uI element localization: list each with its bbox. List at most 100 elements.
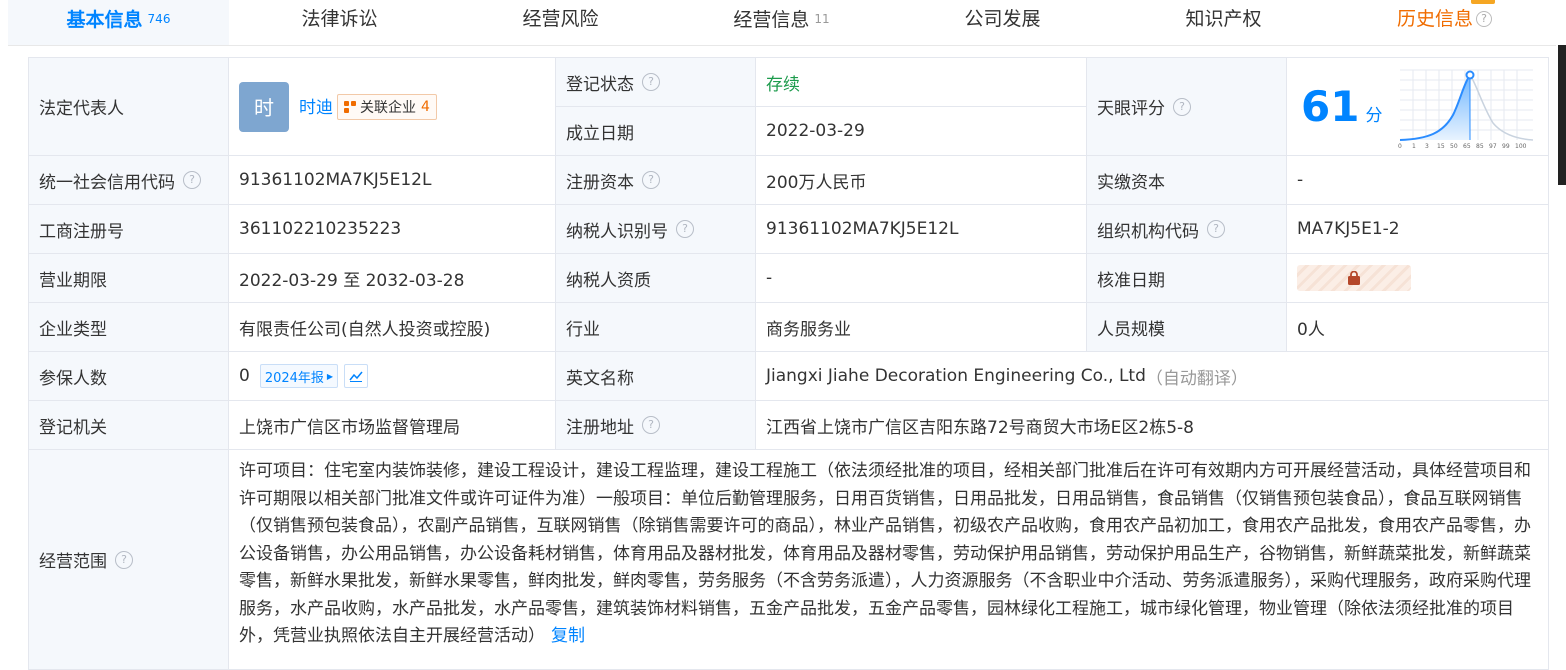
taxpayer-id-label: 纳税人识别号?: [556, 205, 756, 254]
help-icon[interactable]: ?: [183, 171, 201, 189]
label-text: 营业期限: [39, 270, 107, 291]
biz-term-label: 营业期限: [29, 254, 229, 303]
credit-code-value: 91361102MA7KJ5E12L: [229, 156, 556, 205]
label-text: 注册地址: [566, 417, 634, 438]
label-text: 企业类型: [39, 319, 107, 340]
auto-translate-note: （自动翻译）: [1145, 368, 1248, 389]
help-icon[interactable]: ?: [1476, 11, 1492, 27]
tab-label: 基本信息: [66, 9, 143, 31]
taxpayer-qual-value: -: [756, 254, 1087, 303]
org-code-value: MA7KJ5E1-2: [1287, 205, 1549, 254]
tianyan-score-value[interactable]: 61 分 0 1 3 15 50 65 85 97 99 100: [1287, 58, 1549, 156]
insured-label: 参保人数: [29, 352, 229, 401]
line-chart-icon: [349, 371, 363, 382]
tab-history-info[interactable]: 历史信息?: [1334, 0, 1555, 45]
copy-link[interactable]: 复制: [551, 626, 585, 646]
tab-legal-litigation[interactable]: 法律诉讼: [229, 0, 450, 45]
tab-label: 知识产权: [1185, 8, 1262, 30]
tick-label: 99: [1502, 143, 1510, 149]
score-unit: 分: [1365, 106, 1383, 126]
avatar[interactable]: 时: [239, 81, 289, 132]
locked-content-button[interactable]: [1297, 265, 1411, 291]
scope-label: 经营范围?: [29, 450, 229, 670]
credit-code-label: 统一社会信用代码?: [29, 156, 229, 205]
company-type-label: 企业类型: [29, 303, 229, 352]
trend-chart-button[interactable]: [344, 364, 369, 388]
table-row: 统一社会信用代码? 91361102MA7KJ5E12L 注册资本? 200万人…: [29, 156, 1549, 205]
english-name-label: 英文名称: [556, 352, 756, 401]
tab-operating-risk[interactable]: 经营风险: [450, 0, 671, 45]
english-name-value: Jiangxi Jiahe Decoration Engineering Co.…: [756, 352, 1549, 401]
help-icon[interactable]: ?: [676, 220, 694, 238]
chart-axis-ticks: 0 1 3 15 50 65 85 97 99 100: [1398, 143, 1527, 149]
annual-report-button[interactable]: 2024年报 ▶: [259, 364, 339, 388]
tab-intellectual-property[interactable]: 知识产权: [1113, 0, 1334, 45]
tab-basic-info[interactable]: 基本信息 746: [8, 0, 229, 45]
related-companies-button[interactable]: 关联企业 4: [337, 93, 437, 120]
paid-capital-label: 实缴资本: [1087, 156, 1287, 205]
table-row: 经营范围? 许可项目：住宅室内装饰装修，建设工程设计，建设工程监理，建设工程施工…: [29, 450, 1549, 670]
score-number: 61: [1301, 82, 1360, 131]
hot-badge-icon: [1471, 0, 1495, 4]
tick-label: 50: [1450, 143, 1458, 149]
basic-info-table: 法定代表人 时 时迪 关联企业 4 登记状态? 存续 成立日期 2022-03-…: [28, 57, 1549, 670]
label-text: 登记机关: [39, 417, 107, 438]
reg-status-label: 登记状态?: [556, 58, 756, 107]
relation-network-icon: [344, 100, 356, 113]
scrollbar[interactable]: [1558, 45, 1566, 185]
help-icon[interactable]: ?: [642, 416, 660, 434]
help-icon[interactable]: ?: [1207, 220, 1225, 238]
label-text: 行业: [566, 319, 600, 340]
found-date-value: 2022-03-29: [756, 107, 1087, 156]
label-text: 参保人数: [39, 368, 107, 389]
legal-rep-value: 时 时迪 关联企业 4: [229, 58, 556, 156]
tab-count: 746: [147, 12, 171, 26]
score-marker-dot: [1465, 70, 1475, 79]
tick-label: 97: [1489, 143, 1497, 149]
score-distribution-chart: 0 1 3 15 50 65 85 97 99 100: [1398, 69, 1534, 149]
reg-address-label: 注册地址?: [556, 401, 756, 450]
label-text: 纳税人识别号: [566, 221, 668, 242]
help-icon[interactable]: ?: [115, 550, 133, 569]
staff-size-value: 0人: [1287, 303, 1549, 352]
tab-label: 公司发展: [964, 8, 1041, 30]
tianyan-score-label: 天眼评分?: [1087, 58, 1287, 156]
reg-capital-value: 200万人民币: [756, 156, 1087, 205]
tab-label: 法律诉讼: [301, 8, 378, 30]
table-row: 登记机关 上饶市广信区市场监督管理局 注册地址? 江西省上饶市广信区吉阳东路72…: [29, 401, 1549, 450]
taxpayer-qual-label: 纳税人资质: [556, 254, 756, 303]
label-text: 人员规模: [1097, 319, 1165, 340]
tab-label: 经营信息: [733, 9, 810, 31]
help-icon[interactable]: ?: [1173, 97, 1191, 116]
biz-term-value: 2022-03-29 至 2032-03-28: [229, 254, 556, 303]
label-text: 成立日期: [566, 123, 634, 144]
tab-label: 历史信息: [1396, 8, 1473, 30]
lock-icon: [1348, 271, 1360, 285]
label-text: 核准日期: [1097, 270, 1165, 291]
help-icon[interactable]: ?: [642, 171, 660, 189]
table-row: 工商注册号 361102210235223 纳税人识别号? 91361102MA…: [29, 205, 1549, 254]
tab-company-development[interactable]: 公司发展: [892, 0, 1113, 45]
table-row: 企业类型 有限责任公司(自然人投资或控股) 行业 商务服务业 人员规模 0人: [29, 303, 1549, 352]
reg-authority-label: 登记机关: [29, 401, 229, 450]
reg-status-value: 存续: [756, 58, 1087, 107]
tick-label: 3: [1425, 143, 1429, 149]
tab-label: 经营风险: [522, 8, 599, 30]
label-text: 法定代表人: [39, 99, 124, 119]
help-icon[interactable]: ?: [642, 73, 660, 91]
reg-capital-label: 注册资本?: [556, 156, 756, 205]
label-text: 天眼评分: [1097, 99, 1165, 119]
label-text: 经营范围: [39, 552, 107, 572]
tab-operating-info[interactable]: 经营信息 11: [671, 0, 892, 45]
reg-authority-value: 上饶市广信区市场监督管理局: [229, 401, 556, 450]
label-text: 实缴资本: [1097, 172, 1165, 193]
tick-label: 100: [1515, 143, 1527, 149]
english-name-text: Jiangxi Jiahe Decoration Engineering Co.…: [766, 366, 1146, 386]
scope-value: 许可项目：住宅室内装饰装修，建设工程设计，建设工程监理，建设工程施工（依法须经批…: [229, 450, 1549, 670]
industry-value: 商务服务业: [756, 303, 1087, 352]
insured-count: 0: [239, 366, 250, 386]
legal-rep-name-link[interactable]: 时迪: [299, 93, 333, 118]
related-count: 4: [421, 98, 430, 115]
label-text: 纳税人资质: [566, 270, 651, 291]
taxpayer-id-value: 91361102MA7KJ5E12L: [756, 205, 1087, 254]
